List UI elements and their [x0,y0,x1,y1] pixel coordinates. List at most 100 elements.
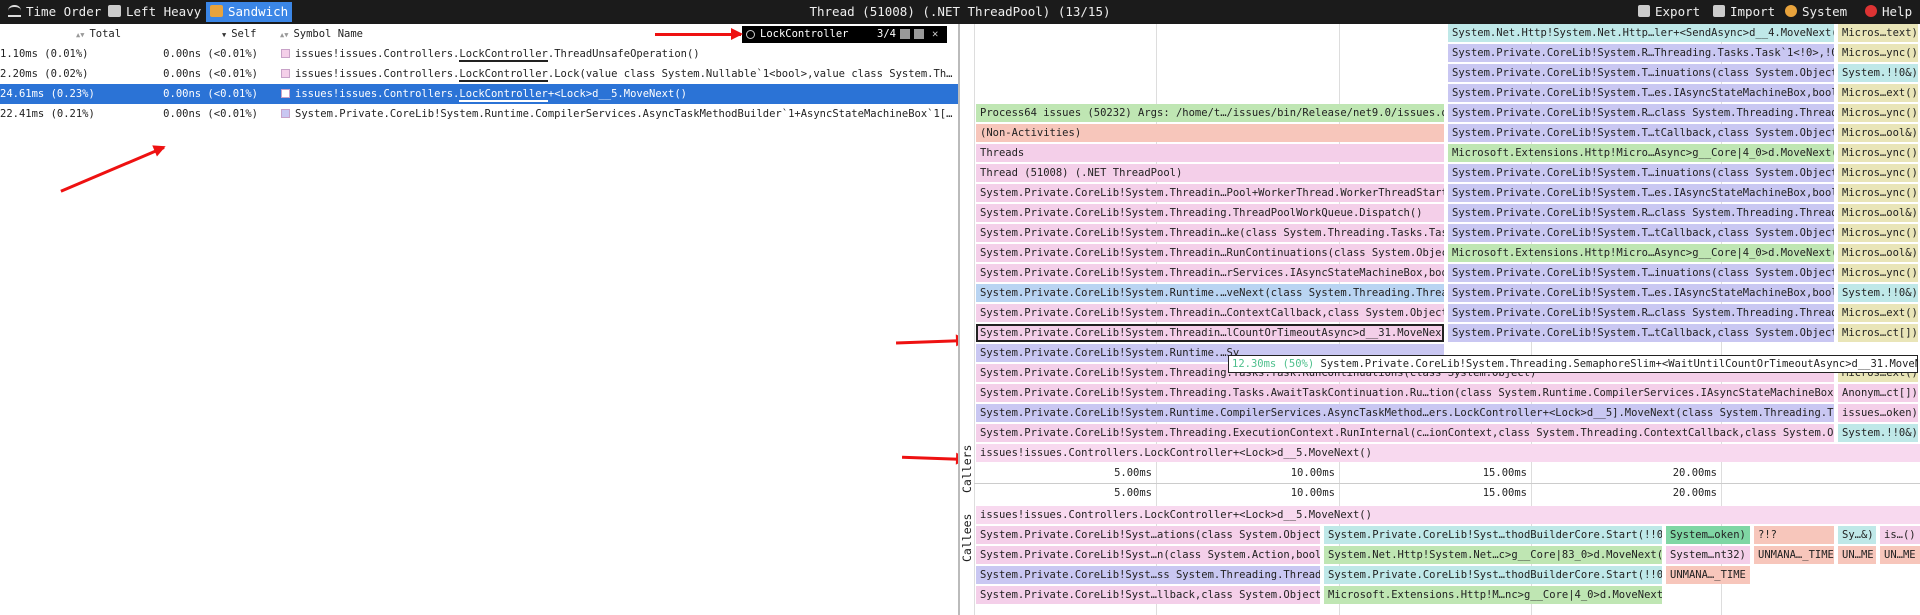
grid-line [974,24,975,615]
flame-frame[interactable]: System.Net.Http!System.Net.Http…ler+<Sen… [1448,24,1834,42]
flame-frame[interactable]: Micros…ct[]) [1838,324,1918,342]
table-row[interactable]: 1.10ms (0.01%) 0.00ns (<0.01%) issues!issu… [0,44,958,64]
flame-frame[interactable]: Micros…ext() [1838,304,1918,322]
flame-frame[interactable]: System.Private.CoreLib!System.Threadin…r… [976,264,1444,282]
flame-frame[interactable]: System.Private.CoreLib!System.T…tCallbac… [1448,324,1834,342]
callee-frame[interactable]: ?!? [1754,526,1834,544]
flame-frame[interactable]: System.Private.CoreLib!System.T…inuation… [1448,64,1834,82]
callee-frame[interactable]: Sy…&) [1838,526,1876,544]
header-self[interactable]: ▼ Self [222,24,257,45]
flame-frame[interactable]: System.!!0&) [1838,424,1918,442]
flame-frame[interactable]: System.Private.CoreLib!System.Threadin…P… [976,184,1444,202]
flame-frame[interactable]: Micros…ool&) [1838,124,1918,142]
flame-frame[interactable]: System.Private.CoreLib!System.Threading.… [976,204,1444,222]
search-input[interactable]: LockController [760,26,849,43]
header-name-label: Symbol Name [293,28,363,40]
callee-frame[interactable]: UNMANA…_TIME [1666,566,1750,584]
flame-frame[interactable]: Microsoft.Extensions.Http!Micro…Async>g_… [1448,244,1834,262]
flame-frame[interactable]: System.Private.CoreLib!System.Runtime.Co… [976,404,1834,422]
flame-frame[interactable]: Process64 issues (50232) Args: /home/t…/… [976,104,1444,122]
export-button[interactable]: Export [1634,3,1704,21]
symbol-suffix: .ThreadUnsafeOperation() [547,48,700,60]
callees-tab[interactable]: Callees [960,494,974,582]
callee-frame[interactable]: issues!issues.Controllers.LockController… [976,506,1920,524]
flame-frame[interactable]: System.Private.CoreLib!System.T…tCallbac… [1448,224,1834,242]
flame-frame[interactable]: Micros…ync() [1838,264,1918,282]
flame-frame[interactable]: System.Private.CoreLib!System.Threadin…R… [976,244,1444,262]
search-box[interactable]: LockController 3/4 ✕ [742,26,947,43]
system-button[interactable]: System [1781,3,1851,21]
flame-frame[interactable]: System.Private.CoreLib!System.Threadin…l… [976,324,1444,342]
header-total[interactable]: ▲▼ Total [76,24,121,45]
flame-frame[interactable]: (Non-Activities) [976,124,1444,142]
callee-frame[interactable]: System.Private.CoreLib!Syst…thodBuilderC… [1324,566,1662,584]
search-match: LockController [459,68,548,82]
tab-sandwich-label: Sandwich [228,4,289,19]
flame-frame[interactable]: System.Private.CoreLib!System.T…tCallbac… [1448,124,1834,142]
flame-frame[interactable]: System.Private.CoreLib!System.T…inuation… [1448,264,1834,282]
flame-frame[interactable]: Threads [976,144,1444,162]
help-icon [1865,5,1877,17]
flame-frame[interactable]: Micros…ool&) [1838,204,1918,222]
symbol-prefix: issues!issues.Controllers. [295,68,460,80]
flame-frame[interactable]: System.Private.CoreLib!System.T…es.IAsyn… [1448,84,1834,102]
tab-time-order[interactable]: Time Order [4,2,105,22]
flame-frame[interactable]: System.Private.CoreLib!System.Threadin…k… [976,224,1444,242]
flame-frame[interactable]: issues…oken) [1838,404,1918,422]
callee-frame[interactable]: System…nt32) [1666,546,1750,564]
callee-frame[interactable]: System…oken) [1666,526,1750,544]
flame-frame[interactable]: System.!!0&) [1838,284,1918,302]
flame-frame[interactable]: System.Private.CoreLib!System.R…Threadin… [1448,44,1834,62]
sort-icon: ▲▼ [76,31,85,39]
table-row[interactable]: 2.20ms (0.02%) 0.00ns (<0.01%) issues!issu… [0,64,958,84]
flame-frame[interactable]: Thread (51008) (.NET ThreadPool) [976,164,1444,182]
row-color-swatch [281,109,290,118]
flame-frame[interactable]: System.!!0&) [1838,64,1918,82]
table-row[interactable]: 24.61ms (0.23%) 0.00ns (<0.01%) issues!iss… [0,84,958,104]
search-next-icon[interactable] [914,29,924,39]
close-icon[interactable]: ✕ [932,26,938,43]
flame-frame[interactable]: Anonym…ct[]) [1838,384,1918,402]
header-symbol-name[interactable]: ▲▼ Symbol Name [280,24,363,45]
flame-frame[interactable]: System.Private.CoreLib!System.Threading.… [976,424,1834,442]
callee-frame[interactable]: UNMANA…_TIME [1754,546,1834,564]
search-prev-icon[interactable] [900,29,910,39]
callee-frame[interactable]: Microsoft.Extensions.Http!M…nc>g__Core|4… [1324,586,1662,604]
import-button[interactable]: Import [1709,3,1779,21]
callee-frame[interactable]: is…() [1880,526,1920,544]
flame-frame[interactable]: Micros…ync() [1838,224,1918,242]
flame-frame[interactable]: Micros…ync() [1838,184,1918,202]
flame-frame[interactable]: issues!issues.Controllers.LockController… [976,444,1920,462]
callee-frame[interactable]: System.Private.CoreLib!Syst…thodBuilderC… [1324,526,1662,544]
table-row[interactable]: 22.41ms (0.21%) 0.00ns (<0.01%) System.Pri… [0,104,958,124]
flame-frame[interactable]: Micros…ext() [1838,84,1918,102]
flame-frame[interactable]: System.Private.CoreLib!System.Threading.… [976,384,1834,402]
flame-frame[interactable]: Micros…text) [1838,24,1918,42]
callee-frame[interactable]: System.Private.CoreLib!Syst…n(class Syst… [976,546,1320,564]
callee-frame[interactable]: System.Private.CoreLib!Syst…ss System.Th… [976,566,1320,584]
tab-left-heavy-label: Left Heavy [126,4,202,19]
flame-frame[interactable]: Microsoft.Extensions.Http!Micro…Async>g_… [1448,144,1834,162]
flame-frame[interactable]: System.Private.CoreLib!System.R…class Sy… [1448,104,1834,122]
flame-frame[interactable]: Micros…ync() [1838,44,1918,62]
tooltip-name: System.Private.CoreLib!System.Threading.… [1320,358,1918,370]
flame-frame[interactable]: System.Private.CoreLib!System.T…es.IAsyn… [1448,184,1834,202]
help-button[interactable]: Help [1861,3,1916,21]
callee-frame[interactable]: UN…ME [1838,546,1876,564]
flame-frame[interactable]: System.Private.CoreLib!System.R…class Sy… [1448,304,1834,322]
flame-frame[interactable]: Micros…ool&) [1838,244,1918,262]
callee-frame[interactable]: UN…ME [1880,546,1920,564]
flame-frame[interactable]: System.Private.CoreLib!System.T…es.IAsyn… [1448,284,1834,302]
flame-frame[interactable]: Micros…ync() [1838,104,1918,122]
flame-frame[interactable]: Micros…ync() [1838,144,1918,162]
tab-sandwich[interactable]: Sandwich [206,2,293,22]
callee-frame[interactable]: System.Private.CoreLib!Syst…llback,class… [976,586,1320,604]
flame-frame[interactable]: System.Private.CoreLib!System.Threadin…C… [976,304,1444,322]
flame-frame[interactable]: System.Private.CoreLib!System.Runtime.…v… [976,284,1444,302]
tab-left-heavy[interactable]: Left Heavy [104,2,205,22]
callee-frame[interactable]: System.Private.CoreLib!Syst…ations(class… [976,526,1320,544]
flame-frame[interactable]: System.Private.CoreLib!System.R…class Sy… [1448,204,1834,222]
flame-frame[interactable]: System.Private.CoreLib!System.T…inuation… [1448,164,1834,182]
flame-frame[interactable]: Micros…ync() [1838,164,1918,182]
callee-frame[interactable]: System.Net.Http!System.Net…c>g__Core|83_… [1324,546,1662,564]
